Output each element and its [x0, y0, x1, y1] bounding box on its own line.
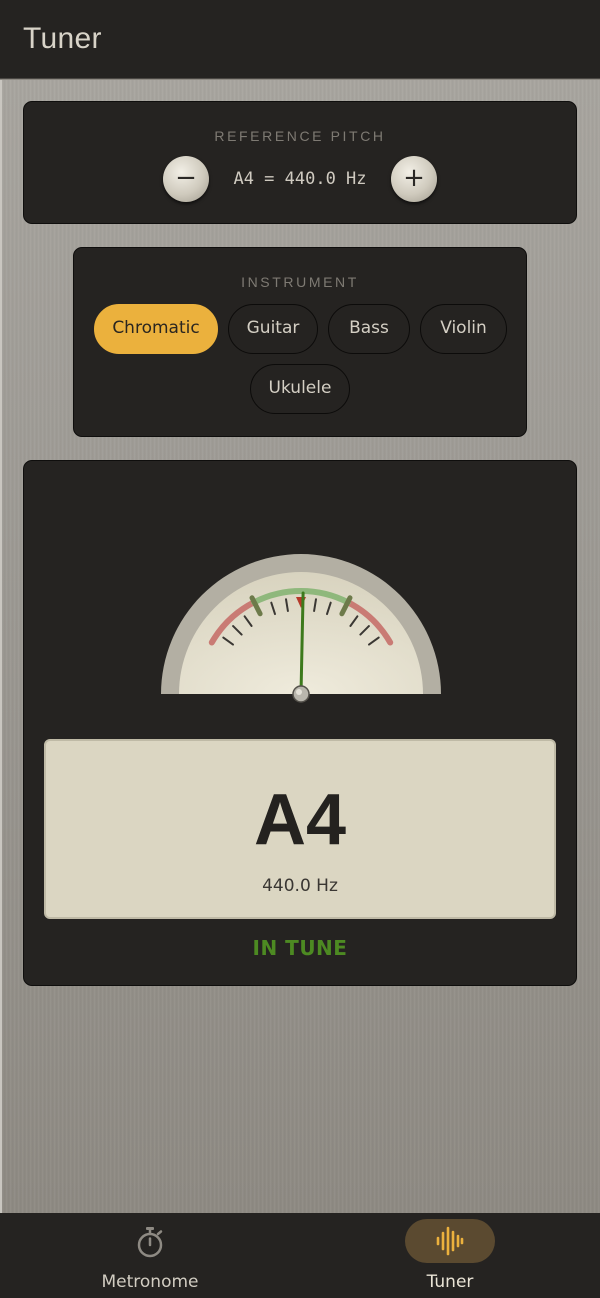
tuning-needle	[299, 591, 305, 696]
tuner-panel: A4 440.0 Hz IN TUNE	[23, 460, 577, 986]
nav-item-metronome[interactable]: Metronome	[0, 1213, 300, 1298]
reference-pitch-panel: REFERENCE PITCH − A4 = 440.0 Hz +	[23, 101, 577, 224]
instrument-label: INSTRUMENT	[241, 274, 359, 290]
instrument-chip-guitar[interactable]: Guitar	[228, 304, 318, 354]
nav-item-tuner[interactable]: Tuner	[300, 1213, 600, 1298]
tuning-status: IN TUNE	[252, 936, 348, 960]
reference-pitch-value: A4 = 440.0 Hz	[233, 169, 367, 189]
detected-note: A4	[253, 780, 347, 860]
bottom-navigation: Metronome Tuner	[0, 1213, 600, 1298]
tuning-meter	[161, 554, 441, 703]
nav-label-metronome: Metronome	[101, 1272, 199, 1292]
stopwatch-icon	[137, 1227, 163, 1258]
detected-frequency: 440.0 Hz	[262, 876, 338, 896]
increase-pitch-button[interactable]: +	[391, 156, 437, 202]
instrument-panel: INSTRUMENT Chromatic Guitar Bass Violin …	[73, 247, 527, 437]
needle-pivot-highlight	[296, 689, 302, 695]
app-bar: Tuner	[0, 0, 600, 79]
instrument-chip-bass[interactable]: Bass	[328, 304, 410, 354]
instrument-chip-ukulele[interactable]: Ukulele	[250, 364, 350, 414]
reference-pitch-label: REFERENCE PITCH	[214, 128, 386, 144]
nav-label-tuner: Tuner	[426, 1272, 474, 1292]
instrument-chip-violin[interactable]: Violin	[420, 304, 507, 354]
app-title: Tuner	[23, 22, 102, 55]
audio-wave-icon	[436, 1226, 464, 1256]
note-readout: A4 440.0 Hz	[44, 739, 556, 919]
instrument-chip-chromatic[interactable]: Chromatic	[94, 304, 218, 354]
